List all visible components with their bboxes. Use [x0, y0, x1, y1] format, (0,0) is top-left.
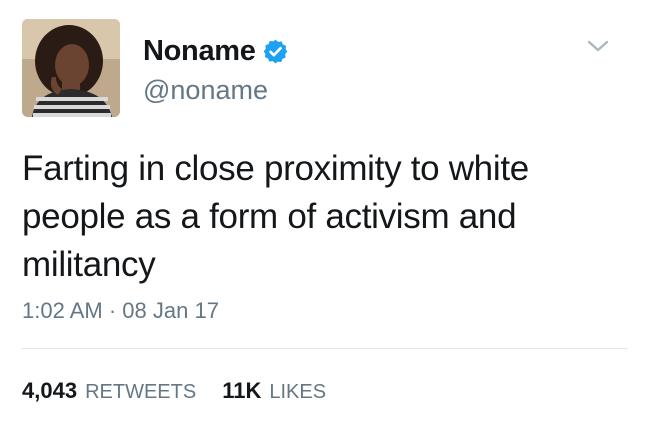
tweet-timestamp[interactable]: 1:02 AM · 08 Jan 17 [22, 298, 219, 324]
user-handle[interactable]: @noname [143, 75, 268, 106]
meta-separator: · [108, 298, 117, 323]
divider [22, 348, 628, 349]
name-row: Noname [143, 34, 289, 68]
likes-count: 11K [222, 378, 262, 403]
verified-badge-icon [262, 38, 289, 65]
retweets-label: RETWEETS [85, 381, 197, 403]
profile-photo [22, 19, 120, 117]
likes-stat[interactable]: 11K LIKES [222, 378, 326, 404]
retweets-count: 4,043 [22, 378, 78, 403]
display-name[interactable]: Noname [143, 35, 256, 68]
tweet-time: 1:02 AM [22, 298, 103, 323]
retweets-stat[interactable]: 4,043 RETWEETS [22, 378, 196, 404]
tweet-text: Farting in close proximity to white peop… [22, 149, 529, 284]
chevron-down-icon[interactable] [585, 36, 611, 56]
engagement-stats: 4,043 RETWEETS 11K LIKES [22, 378, 326, 404]
likes-label: LIKES [269, 381, 327, 403]
tweet-card: Noname @noname Farting in close proximit… [0, 0, 650, 421]
avatar[interactable] [22, 19, 120, 117]
tweet-date: 08 Jan 17 [122, 298, 219, 323]
